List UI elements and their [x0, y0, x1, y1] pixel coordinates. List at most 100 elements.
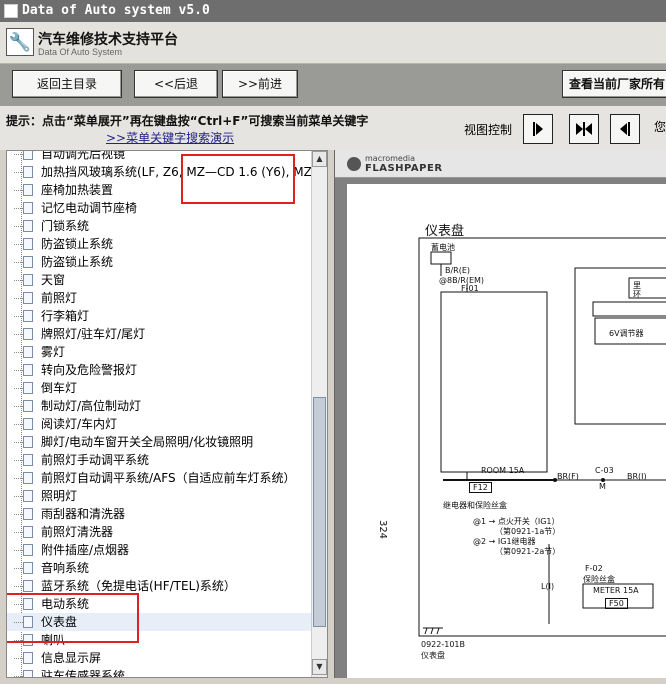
document-icon [14, 346, 33, 358]
f02-label: F-02 [585, 564, 603, 573]
document-icon [14, 202, 33, 214]
view-control-label: 视图控制 [464, 123, 513, 137]
tree-item[interactable]: 前照灯 [7, 289, 313, 307]
tip-bar: 提示：点击“菜单展开”再在键盘按“Ctrl+F”可搜索当前菜单关键字 >>菜单关… [0, 106, 666, 150]
document-icon [14, 256, 33, 268]
app-header: 🔧 汽车维修技术支持平台 Data Of Auto System [0, 22, 666, 64]
document-icon [14, 526, 33, 538]
tree-item[interactable]: 喇叭 [7, 631, 313, 649]
tree-item-label: 阅读灯/车内灯 [41, 417, 118, 431]
viewer-name: FLASHPAPER [365, 163, 443, 174]
m-label: M [599, 482, 606, 491]
footer-name: 仪表盘 [421, 651, 445, 660]
document-icon [14, 580, 33, 592]
document-icon [14, 184, 33, 196]
wrench-logo-icon: 🔧 [6, 28, 34, 56]
tree-item[interactable]: 雨刮器和清洗器 [7, 505, 313, 523]
wiring-diagram-lines [418, 237, 666, 637]
document-icon [14, 238, 33, 250]
vendor-all-button[interactable]: 查看当前厂家所有 [562, 70, 666, 98]
tree-scrollbar[interactable]: ▲ ▼ [311, 151, 327, 677]
document-icon [14, 508, 33, 520]
document-icon [14, 436, 33, 448]
br-f-label: BR(F) [557, 472, 579, 481]
view-expand-right-button[interactable] [523, 114, 553, 144]
tree-item[interactable]: 行李箱灯 [7, 307, 313, 325]
tree-item[interactable]: 驻车传感器系统 [7, 667, 313, 677]
toolbar: 返回主目录 <<后退 >>前进 查看当前厂家所有 [0, 64, 666, 106]
tree-item[interactable]: 转向及危险警报灯 [7, 361, 313, 379]
tree-item-label: 天窗 [41, 273, 66, 287]
tree-item[interactable]: 防盗锁止系统 [7, 235, 313, 253]
tree-item[interactable]: 自动调光后视镜 [7, 151, 313, 163]
tree-item[interactable]: 照明灯 [7, 487, 313, 505]
diagram-page[interactable]: 仪表盘 蓄电池 B/R(E) @8B/R(EM) F-01 里 环 6V调节器 … [347, 184, 666, 684]
tree-item[interactable]: 蓝牙系统（免提电话(HF/TEL)系统） [7, 577, 313, 595]
tree-item-label: 防盗锁止系统 [41, 255, 114, 269]
tree-item[interactable]: 门锁系统 [7, 217, 313, 235]
tree-item[interactable]: 制动灯/高位制动灯 [7, 397, 313, 415]
view-split-button[interactable] [569, 114, 599, 144]
view-expand-left-button[interactable] [610, 114, 640, 144]
f50-connector-label: F50 [605, 598, 628, 609]
tree-item-label: 倒车灯 [41, 381, 78, 395]
search-demo-link[interactable]: >>菜单关键字搜索演示 [106, 129, 234, 146]
tree-item[interactable]: 电动系统 [7, 595, 313, 613]
tree-item[interactable]: 仪表盘 [7, 613, 313, 631]
tree-item[interactable]: 前照灯清洗器 [7, 523, 313, 541]
document-icon [14, 544, 33, 556]
app-icon [4, 3, 18, 18]
tree-item[interactable]: 脚灯/电动车窗开关全局照明/化妆镜照明 [7, 433, 313, 451]
viewer-vendor: macromedia [365, 154, 416, 163]
document-icon [14, 634, 33, 646]
document-icon [14, 598, 33, 610]
meter-fuse-label: METER 15A [593, 586, 639, 595]
scroll-up-arrow-icon[interactable]: ▲ [312, 151, 327, 167]
tree-item-label: 前照灯 [41, 291, 78, 305]
tree-item-label: 记忆电动调节座椅 [41, 201, 138, 215]
document-icon [14, 490, 33, 502]
tree-item[interactable]: 信息显示屏 [7, 649, 313, 667]
tree-item[interactable]: 附件插座/点烟器 [7, 541, 313, 559]
tree-item-label: 前照灯自动调平系统/AFS（自适应前车灯系统） [41, 471, 296, 485]
tree-item[interactable]: 阅读灯/车内灯 [7, 415, 313, 433]
tree-item[interactable]: 前照灯手动调平系统 [7, 451, 313, 469]
scroll-down-arrow-icon[interactable]: ▼ [312, 659, 327, 675]
tree-item[interactable]: 记忆电动调节座椅 [7, 199, 313, 217]
arrow-left-icon [620, 122, 630, 136]
tree-item[interactable]: 加热挡风玻璃系统(LF, Z6, MZ—CD 1.6 (Y6), MZR [7, 163, 320, 181]
tree-item-label: 门锁系统 [41, 219, 90, 233]
app-subtitle: Data Of Auto System [38, 47, 123, 57]
tree-item[interactable]: 前照灯自动调平系统/AFS（自适应前车灯系统） [7, 469, 313, 487]
menu-tree: 自动调光后视镜 加热挡风玻璃系统(LF, Z6, MZ—CD 1.6 (Y6), … [7, 151, 320, 677]
bottom-scrollbar[interactable] [0, 678, 666, 684]
tree-item[interactable]: 倒车灯 [7, 379, 313, 397]
tree-item[interactable]: 音响系统 [7, 559, 313, 577]
tree-item[interactable]: 天窗 [7, 271, 313, 289]
tree-item-label: 仪表盘 [41, 615, 78, 629]
document-icon [14, 292, 33, 304]
room-fuse-label: ROOM 15A [481, 466, 525, 475]
home-button[interactable]: 返回主目录 [12, 70, 122, 98]
forward-button[interactable]: >>前进 [222, 70, 298, 98]
tree-item-label: 转向及危险警报灯 [41, 363, 138, 377]
relay-box-label: 继电器和保险丝盒 [443, 501, 507, 510]
tree-item[interactable]: 牌照灯/驻车灯/尾灯 [7, 325, 313, 343]
diagram-title: 仪表盘 [425, 224, 465, 239]
scrollbar-thumb[interactable] [313, 397, 326, 627]
tree-item[interactable]: 座椅加热装置 [7, 181, 313, 199]
tree-item[interactable]: 防盗锁止系统 [7, 253, 313, 271]
tree-item-label: 信息显示屏 [41, 651, 102, 665]
tree-item-label: 照明灯 [41, 489, 78, 503]
tree-item-label: 脚灯/电动车窗开关全局照明/化妆镜照明 [41, 435, 254, 449]
tree-item-label: 前照灯手动调平系统 [41, 453, 150, 467]
battery-label: 蓄电池 [431, 243, 455, 252]
document-icon [14, 562, 33, 574]
back-button[interactable]: <<后退 [134, 70, 218, 98]
footer-code: 0922-101B [421, 640, 466, 649]
arrow-right-icon [533, 122, 543, 136]
tree-item[interactable]: 雾灯 [7, 343, 313, 361]
document-icon [14, 472, 33, 484]
regulator-label: 6V调节器 [609, 329, 644, 338]
tree-item-label: 前照灯清洗器 [41, 525, 114, 539]
